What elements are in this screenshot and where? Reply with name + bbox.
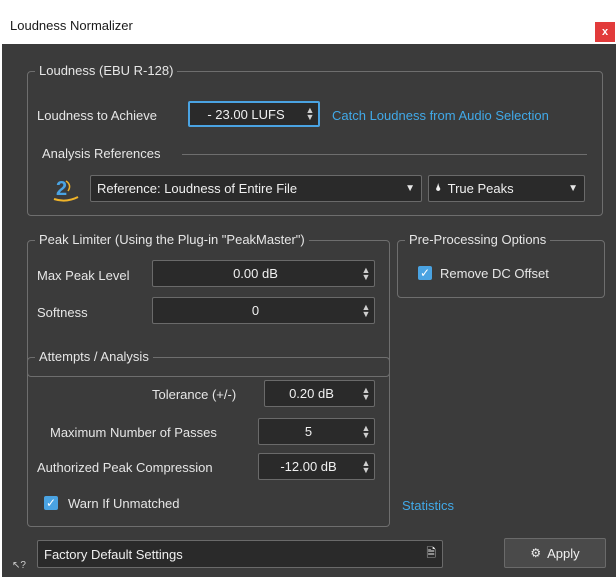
loudness-to-achieve-label: Loudness to Achieve	[37, 108, 157, 123]
chevron-down-icon: ▼	[405, 183, 415, 194]
max-passes-label: Maximum Number of Passes	[50, 425, 217, 440]
loudness-legend: Loudness (EBU R-128)	[35, 63, 178, 78]
max-passes-spinner-icon[interactable]: ▲ ▼	[358, 423, 374, 439]
peaks-mode-select[interactable]: 🌢 True Peaks ▼	[428, 175, 585, 202]
loudness-spinner-icon[interactable]: ▲ ▼	[302, 106, 318, 122]
wavelab-logo-icon: 2	[53, 178, 79, 202]
peak-compression-input[interactable]: -12.00 dB ▲ ▼	[258, 453, 375, 480]
max-peak-input[interactable]: 0.00 dB ▲ ▼	[152, 260, 375, 287]
tolerance-input[interactable]: 0.20 dB ▲ ▼	[264, 380, 375, 407]
window-title: Loudness Normalizer	[10, 18, 133, 33]
loudness-to-achieve-input[interactable]: - 23.00 LUFS ▲ ▼	[188, 101, 320, 127]
peak-compression-spinner-icon[interactable]: ▲ ▼	[358, 458, 374, 474]
analysis-reference-select[interactable]: Reference: Loudness of Entire File ▼	[90, 175, 422, 202]
close-button[interactable]: x	[595, 22, 615, 42]
analysis-references-label: Analysis References	[42, 146, 161, 161]
softness-spinner-icon[interactable]: ▲ ▼	[358, 302, 374, 318]
remove-dc-label[interactable]: Remove DC Offset	[440, 266, 549, 281]
softness-label: Softness	[37, 305, 88, 320]
peak-limiter-legend: Peak Limiter (Using the Plug-in "PeakMas…	[35, 232, 309, 247]
remove-dc-checkbox[interactable]: ✓	[418, 266, 432, 280]
drop-icon: 🌢	[435, 182, 442, 194]
catch-loudness-link[interactable]: Catch Loudness from Audio Selection	[332, 108, 549, 123]
attempts-legend: Attempts / Analysis	[35, 349, 153, 364]
dialog-body: Loudness (EBU R-128) Loudness to Achieve…	[2, 44, 616, 577]
title-bar: Loudness Normalizer x	[0, 0, 616, 44]
chevron-down-icon: ▼	[568, 183, 578, 194]
statistics-link[interactable]: Statistics	[402, 498, 454, 513]
presets-field[interactable]: Factory Default Settings 🗎	[37, 540, 443, 568]
warn-unmatched-checkbox[interactable]: ✓	[44, 496, 58, 510]
softness-input[interactable]: 0 ▲ ▼	[152, 297, 375, 324]
max-peak-spinner-icon[interactable]: ▲ ▼	[358, 265, 374, 281]
svg-text:2: 2	[56, 178, 67, 200]
gears-icon: ⚙	[530, 546, 542, 560]
warn-unmatched-label[interactable]: Warn If Unmatched	[68, 496, 180, 511]
preprocessing-legend: Pre-Processing Options	[405, 232, 551, 247]
analysis-separator	[182, 154, 587, 155]
peak-compression-label: Authorized Peak Compression	[37, 460, 213, 475]
tolerance-spinner-icon[interactable]: ▲ ▼	[358, 385, 374, 401]
help-cursor-icon[interactable]: ↖?	[12, 560, 26, 571]
apply-button[interactable]: ⚙ Apply	[504, 538, 606, 568]
document-icon[interactable]: 🗎	[426, 544, 436, 565]
max-passes-input[interactable]: 5 ▲ ▼	[258, 418, 375, 445]
max-peak-label: Max Peak Level	[37, 268, 130, 283]
tolerance-label: Tolerance (+/-)	[152, 387, 237, 402]
